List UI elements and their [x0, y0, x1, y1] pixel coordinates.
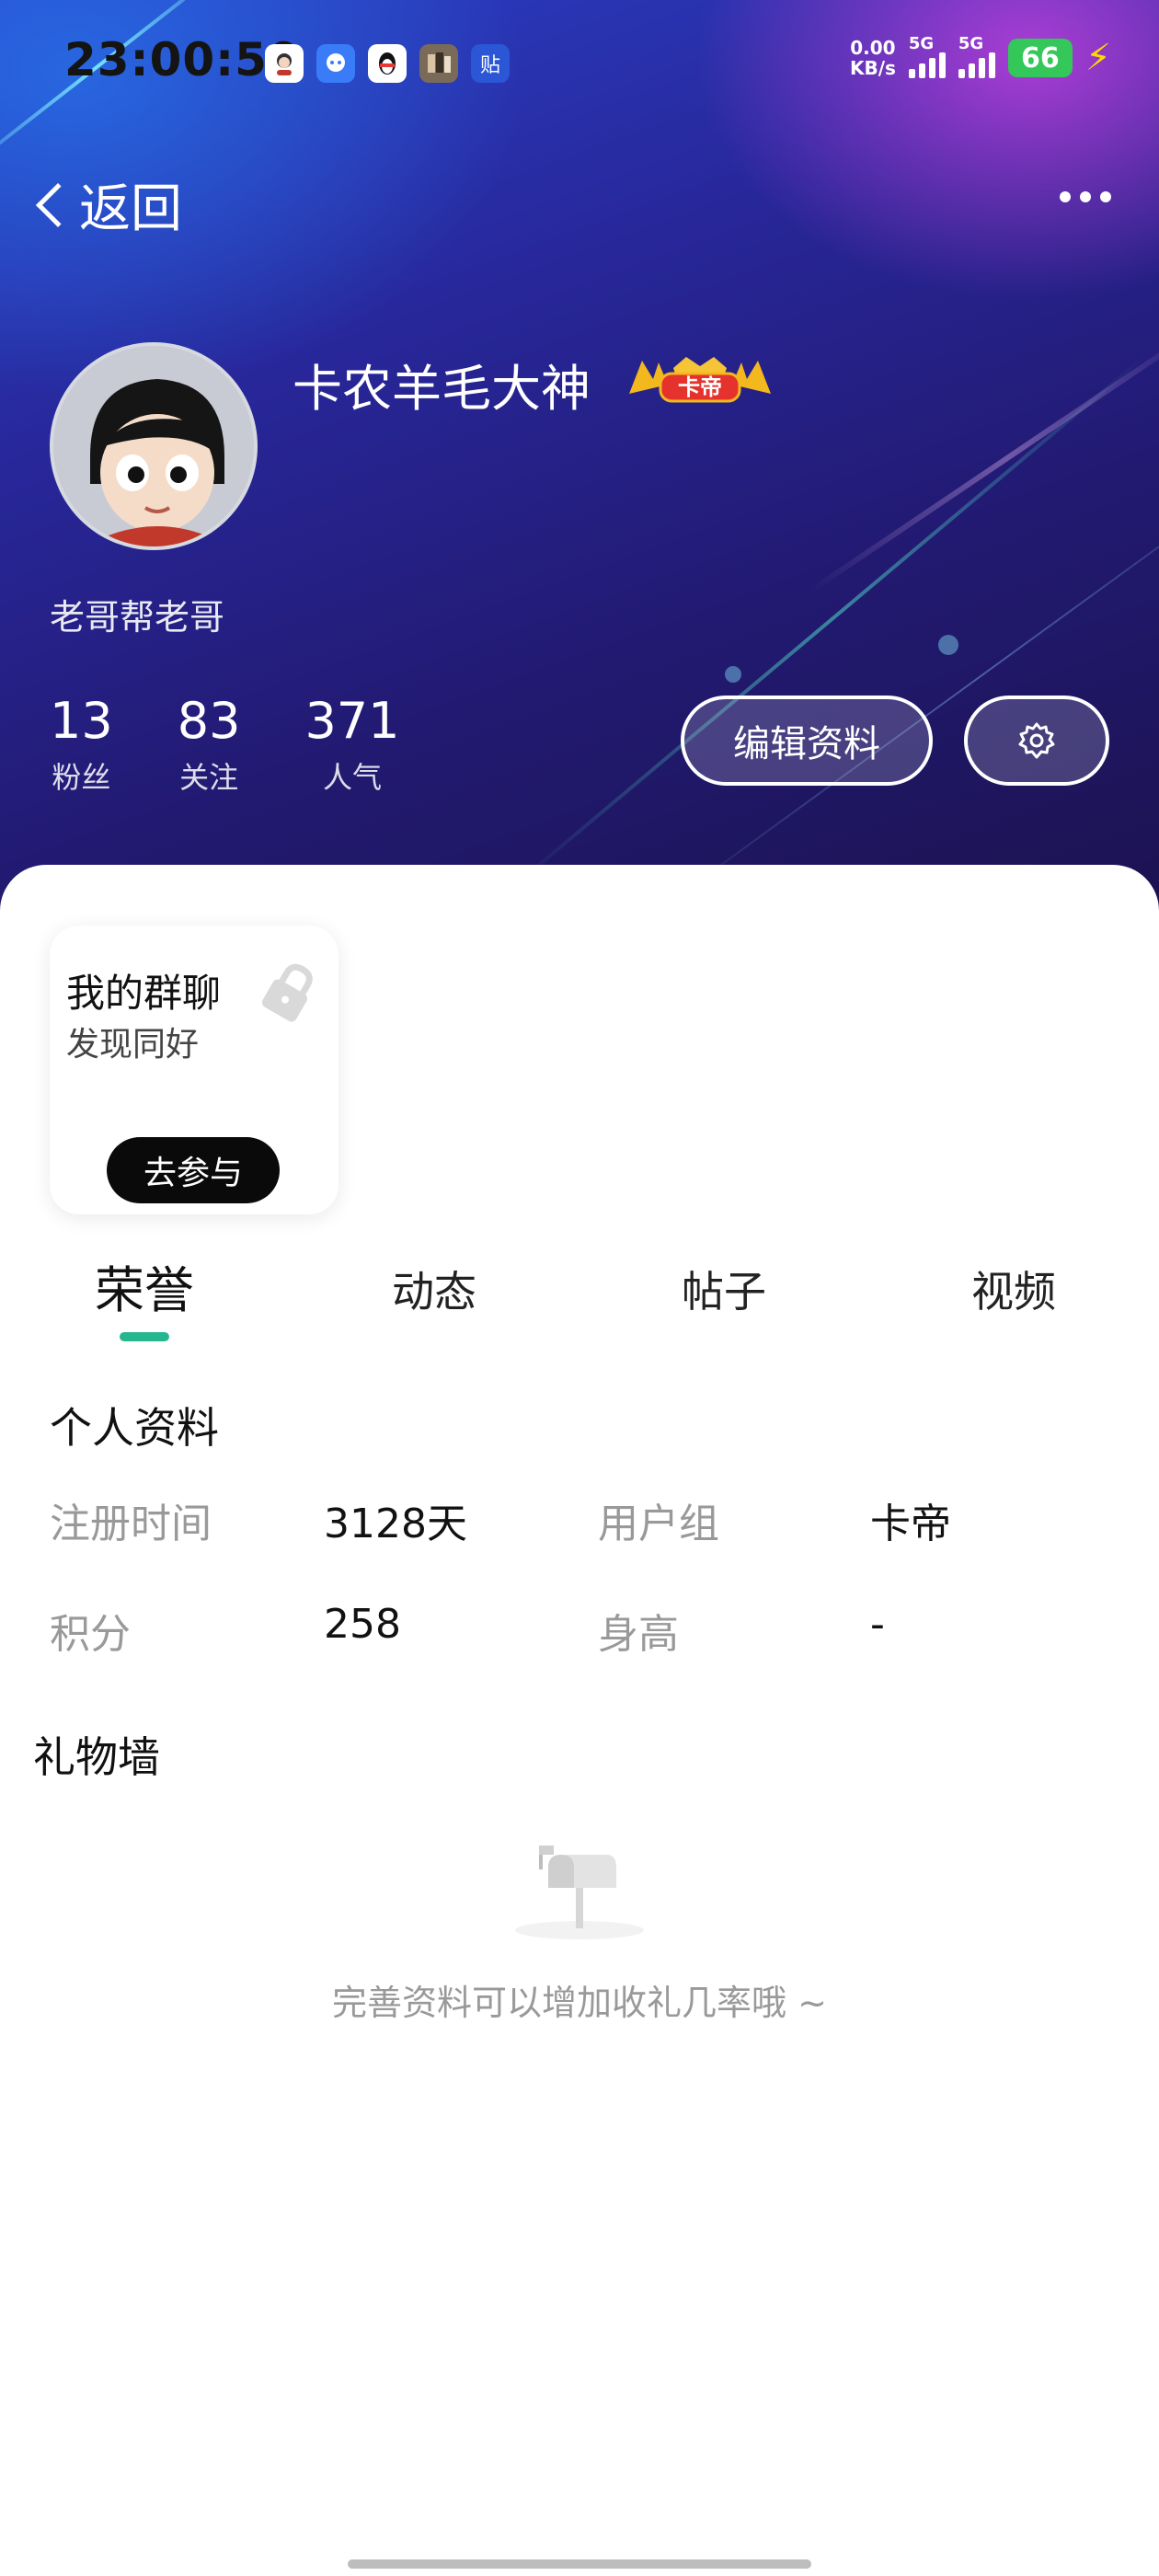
stat-value: 13	[50, 692, 113, 750]
stat-popularity[interactable]: 371 人气	[304, 692, 399, 797]
rank-badge-label: 卡帝	[678, 374, 722, 400]
battery-icon: 66	[1007, 39, 1073, 77]
signal-label: 5G	[958, 34, 984, 53]
lock-icon	[262, 963, 313, 1022]
info-label-height: 身高	[598, 1611, 679, 1658]
stat-following[interactable]: 83 关注	[178, 692, 241, 797]
info-label-user-group: 用户组	[598, 1501, 719, 1547]
tab-indicator	[120, 1332, 169, 1341]
stat-fans[interactable]: 13 粉丝	[50, 692, 113, 797]
edit-profile-button[interactable]: 编辑资料	[681, 696, 933, 786]
more-options-button[interactable]	[1060, 191, 1111, 202]
join-button[interactable]: 去参与	[107, 1137, 280, 1203]
info-value-height: -	[870, 1601, 885, 1648]
personal-info-title: 个人资料	[50, 1403, 219, 1453]
stat-value: 83	[177, 692, 241, 750]
avatar-app-icon	[265, 44, 304, 83]
signal-icon: 5G	[958, 34, 995, 78]
stat-value: 371	[304, 692, 400, 750]
info-value-user-group: 卡帝	[870, 1501, 951, 1547]
stat-label: 关注	[179, 760, 239, 795]
tieba-icon: 贴	[471, 44, 510, 83]
network-speed-value: 0.00	[850, 37, 896, 59]
tab-posts[interactable]: 帖子	[682, 1259, 766, 1319]
charging-bolt-icon: ⚡	[1084, 37, 1111, 79]
status-bar: 23:00:50 贴 0.00 KB/s 5G 5G 66 ⚡	[0, 0, 1159, 129]
gift-wall-title: 礼物墙	[33, 1732, 160, 1782]
signal-label: 5G	[908, 34, 935, 53]
dot-icon	[1080, 191, 1091, 202]
decor-dot	[725, 666, 741, 683]
profile-stats: 13 粉丝 83 关注 371 人气	[50, 692, 465, 797]
bio: 老哥帮老哥	[50, 597, 225, 638]
avatar[interactable]	[50, 342, 258, 550]
group-chat-card[interactable]: 我的群聊 发现同好 去参与	[50, 926, 339, 1214]
network-speed-unit: KB/s	[849, 57, 896, 79]
dot-icon	[1060, 191, 1071, 202]
qq-channel-icon	[316, 44, 355, 83]
decor-streak	[643, 433, 1159, 920]
gear-icon	[1018, 722, 1055, 759]
decor-dot	[938, 635, 958, 655]
profile-tabs: 荣誉 动态 帖子 视频	[0, 1249, 1159, 1341]
info-label-points: 积分	[50, 1611, 131, 1658]
group-card-title: 我的群聊	[66, 971, 222, 1016]
qq-penguin-icon	[368, 44, 407, 83]
info-label-register-time: 注册时间	[50, 1501, 212, 1547]
network-speed: 0.00 KB/s	[850, 38, 896, 78]
rank-badge: 卡帝	[622, 351, 778, 407]
home-indicator[interactable]	[348, 2559, 811, 2569]
avatar-image	[53, 346, 254, 546]
profile-header: 23:00:50 贴 0.00 KB/s 5G 5G 66 ⚡ 返回 卡农羊毛大…	[0, 0, 1159, 920]
empty-mailbox-icon	[515, 1846, 644, 1939]
decor-streak	[808, 321, 1159, 594]
tieba-glyph: 贴	[479, 54, 500, 77]
signal-icon: 5G	[908, 34, 946, 78]
settings-button[interactable]	[964, 696, 1109, 786]
game-app-icon	[419, 44, 458, 83]
stat-label: 人气	[322, 760, 382, 795]
back-label: 返回	[79, 179, 182, 239]
info-value-points: 258	[324, 1601, 401, 1648]
tab-honor[interactable]: 荣誉	[95, 1249, 194, 1322]
username: 卡农羊毛大神	[293, 360, 591, 418]
chevron-left-icon	[35, 182, 81, 227]
battery-level: 66	[1021, 41, 1060, 75]
dot-icon	[1100, 191, 1111, 202]
tab-videos[interactable]: 视频	[971, 1259, 1056, 1319]
back-button[interactable]: 返回	[31, 167, 182, 242]
notification-icons: 贴	[265, 44, 510, 83]
status-right: 0.00 KB/s 5G 5G 66 ⚡	[850, 34, 1111, 79]
gift-wall-empty-text: 完善资料可以增加收礼几率哦 ~	[332, 1983, 827, 2023]
tab-activity[interactable]: 动态	[392, 1259, 476, 1319]
group-card-subtitle: 发现同好	[66, 1026, 200, 1064]
decor-streak	[513, 351, 1151, 887]
stat-label: 粉丝	[52, 760, 111, 795]
info-value-register-time: 3128天	[324, 1501, 467, 1547]
